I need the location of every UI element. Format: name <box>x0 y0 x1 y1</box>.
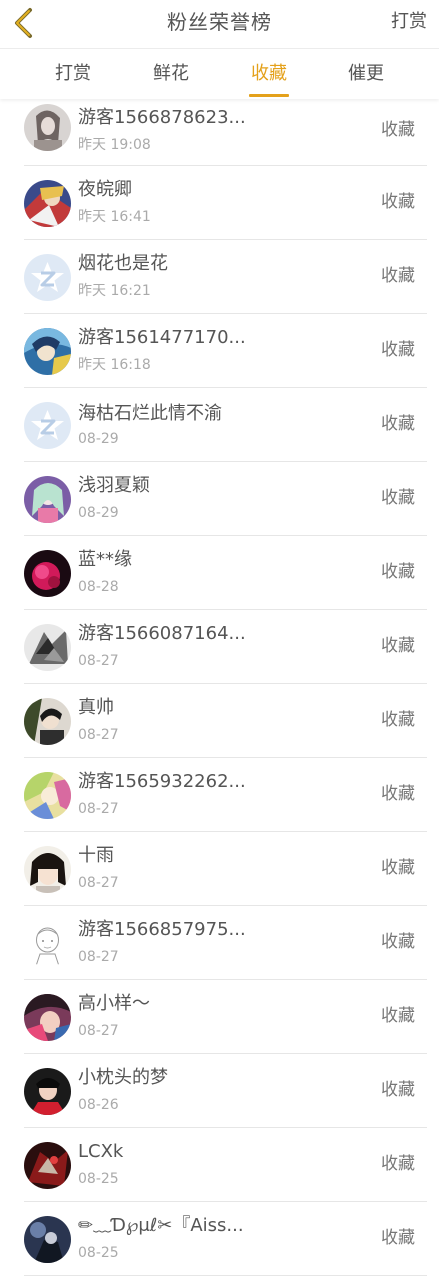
fan-time: 08-29 <box>78 505 119 521</box>
favorite-action[interactable]: 收藏 <box>381 634 415 658</box>
default-avatar-icon <box>24 402 71 449</box>
fan-time: 昨天 16:41 <box>78 209 151 225</box>
list-item[interactable]: 游客1561477170... 昨天 16:18 收藏 <box>0 314 439 388</box>
list-item[interactable]: ✏﹏Ɗ℘μℓ✂『Aiss... 08-25 收藏 <box>0 1202 439 1276</box>
default-avatar-icon <box>24 254 71 301</box>
tab-urge-update[interactable]: 催更 <box>326 49 406 99</box>
row-divider <box>24 1275 427 1276</box>
tab-label: 收藏 <box>251 63 287 84</box>
fan-time: 08-26 <box>78 1097 119 1113</box>
fan-time: 08-27 <box>78 1023 119 1039</box>
fan-name: 游客1565932262... <box>78 771 246 792</box>
list-item[interactable]: 十雨 08-27 收藏 <box>0 832 439 906</box>
avatar <box>24 550 71 597</box>
favorite-action[interactable]: 收藏 <box>381 856 415 880</box>
favorite-action[interactable]: 收藏 <box>381 1078 415 1102</box>
reward-button[interactable]: 打赏 <box>391 0 427 48</box>
fan-name: 浅羽夏颖 <box>78 475 150 496</box>
list-item[interactable]: 真帅 08-27 收藏 <box>0 684 439 758</box>
favorite-action[interactable]: 收藏 <box>381 118 415 142</box>
page-title: 粉丝荣誉榜 <box>167 10 272 34</box>
favorite-action[interactable]: 收藏 <box>381 412 415 436</box>
avatar <box>24 1142 71 1189</box>
list-item[interactable]: 小枕头的梦 08-26 收藏 <box>0 1054 439 1128</box>
fan-name: ✏﹏Ɗ℘μℓ✂『Aiss... <box>78 1215 244 1236</box>
list-item[interactable]: 游客1566857975... 08-27 收藏 <box>0 906 439 980</box>
list-item[interactable]: LCXk 08-25 收藏 <box>0 1128 439 1202</box>
fan-name: 十雨 <box>78 845 114 866</box>
fan-name: 夜皖卿 <box>78 179 132 200</box>
active-tab-indicator <box>249 94 289 97</box>
avatar <box>24 104 71 151</box>
fan-time: 昨天 16:18 <box>78 357 151 373</box>
list-item[interactable]: 浅羽夏颖 08-29 收藏 <box>0 462 439 536</box>
avatar <box>24 1068 71 1115</box>
fan-name: 真帅 <box>78 697 114 718</box>
list-item[interactable]: 海枯石烂此情不渝 08-29 收藏 <box>0 388 439 462</box>
avatar <box>24 476 71 523</box>
favorite-action[interactable]: 收藏 <box>381 560 415 584</box>
avatar <box>24 920 71 967</box>
tab-label: 鲜花 <box>153 63 189 84</box>
avatar <box>24 846 71 893</box>
favorite-action[interactable]: 收藏 <box>381 1226 415 1250</box>
fan-time: 昨天 16:21 <box>78 283 151 299</box>
fan-name: 小枕头的梦 <box>78 1067 168 1088</box>
tab-favorites[interactable]: 收藏 <box>229 49 309 99</box>
tab-label: 打赏 <box>55 63 91 84</box>
fan-name: 蓝**缘 <box>78 549 132 570</box>
avatar <box>24 1216 71 1263</box>
fan-time: 08-27 <box>78 875 119 891</box>
avatar <box>24 254 71 301</box>
fan-name: 游客1566857975... <box>78 919 246 940</box>
tab-bar: 打赏 鲜花 收藏 催更 <box>0 49 439 99</box>
avatar <box>24 180 71 227</box>
fan-time: 08-27 <box>78 801 119 817</box>
fan-name: 烟花也是花 <box>78 253 168 274</box>
list-item[interactable]: 蓝**缘 08-28 收藏 <box>0 536 439 610</box>
fan-time: 08-29 <box>78 431 119 447</box>
tab-reward[interactable]: 打赏 <box>33 49 113 99</box>
list-item[interactable]: 游客1566878623... 昨天 19:08 收藏 <box>0 92 439 166</box>
avatar <box>24 772 71 819</box>
list-item[interactable]: 烟花也是花 昨天 16:21 收藏 <box>0 240 439 314</box>
fan-name: 游客1561477170... <box>78 327 246 348</box>
avatar <box>24 698 71 745</box>
list-item[interactable]: 夜皖卿 昨天 16:41 收藏 <box>0 166 439 240</box>
fan-time: 昨天 19:08 <box>78 137 151 153</box>
favorite-action[interactable]: 收藏 <box>381 1152 415 1176</box>
fan-time: 08-25 <box>78 1245 119 1261</box>
list-item[interactable]: 游客1565932262... 08-27 收藏 <box>0 758 439 832</box>
favorite-action[interactable]: 收藏 <box>381 708 415 732</box>
favorite-action[interactable]: 收藏 <box>381 930 415 954</box>
favorite-action[interactable]: 收藏 <box>381 782 415 806</box>
list-item[interactable]: 高小样～ 08-27 收藏 <box>0 980 439 1054</box>
favorite-action[interactable]: 收藏 <box>381 264 415 288</box>
avatar <box>24 402 71 449</box>
favorite-action[interactable]: 收藏 <box>381 486 415 510</box>
fan-time: 08-27 <box>78 727 119 743</box>
list-item[interactable]: 游客1566087164... 08-27 收藏 <box>0 610 439 684</box>
favorite-action[interactable]: 收藏 <box>381 1004 415 1028</box>
fan-time: 08-28 <box>78 579 119 595</box>
fan-time: 08-27 <box>78 949 119 965</box>
fan-time: 08-27 <box>78 653 119 669</box>
favorite-action[interactable]: 收藏 <box>381 190 415 214</box>
tab-flowers[interactable]: 鲜花 <box>131 49 211 99</box>
tab-label: 催更 <box>348 63 384 84</box>
fan-name: 海枯石烂此情不渝 <box>78 403 222 424</box>
fan-name: LCXk <box>78 1141 124 1162</box>
avatar <box>24 994 71 1041</box>
fan-name: 高小样～ <box>78 993 150 1014</box>
avatar <box>24 624 71 671</box>
avatar <box>24 328 71 375</box>
top-bar: 粉丝荣誉榜 打赏 <box>0 0 439 49</box>
fan-time: 08-25 <box>78 1171 119 1187</box>
fan-name: 游客1566087164... <box>78 623 246 644</box>
favorite-action[interactable]: 收藏 <box>381 338 415 362</box>
fan-name: 游客1566878623... <box>78 107 246 128</box>
